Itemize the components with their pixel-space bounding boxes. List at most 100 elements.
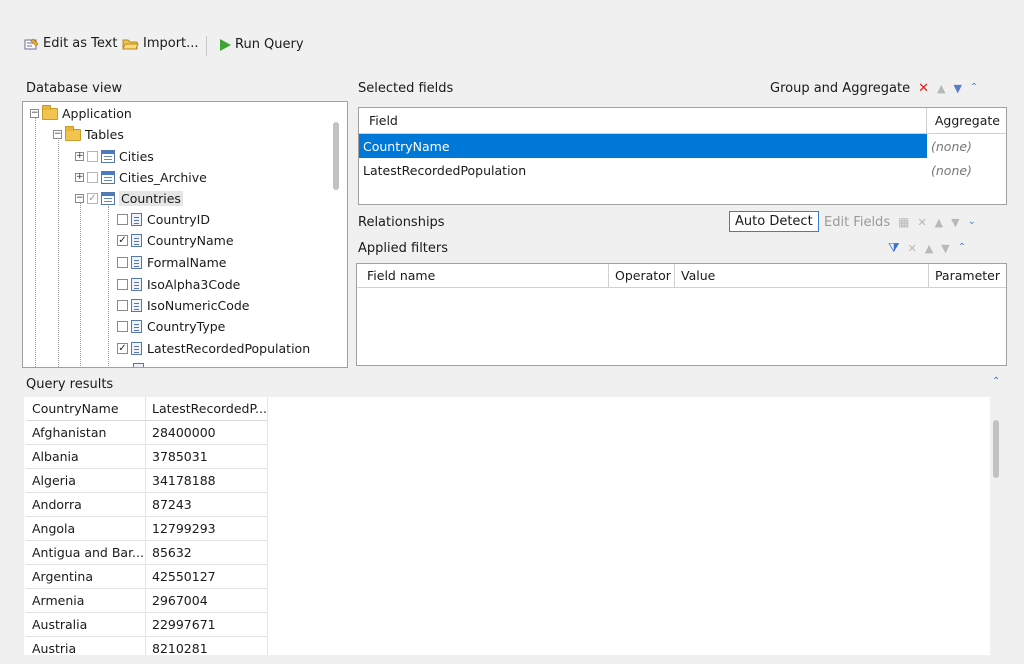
table-checkbox[interactable] — [87, 151, 98, 162]
tree-node-application[interactable]: − Application — [30, 103, 132, 124]
expand-panel-icon[interactable]: ⌄ — [968, 217, 976, 227]
column-header-population[interactable]: LatestRecordedP... — [146, 397, 268, 420]
edit-fields-button[interactable]: Edit Fields ▦ ✕ ▲ ▼ ⌄ — [824, 213, 976, 231]
tree-line — [108, 206, 109, 367]
cell-countryname[interactable]: Argentina — [26, 565, 146, 588]
table-checkbox-partial[interactable]: ✓ — [87, 193, 98, 204]
run-query-label: Run Query — [235, 37, 304, 52]
result-row[interactable]: Australia 22997671 — [26, 613, 268, 637]
tree-node-field[interactable]: CountryType — [117, 316, 225, 337]
aggregate-cell[interactable]: (none) — [927, 139, 1006, 154]
field-checkbox-checked[interactable]: ✓ — [117, 235, 128, 246]
results-scrollbar-thumb[interactable] — [993, 420, 999, 478]
cell-countryname[interactable]: Antigua and Bar... — [26, 541, 146, 564]
edit-as-text-button[interactable]: Edit as Text — [24, 36, 117, 51]
result-row[interactable]: Austria 8210281 — [26, 637, 268, 655]
cell-population[interactable]: 8210281 — [146, 637, 268, 655]
field-cell[interactable]: LatestRecordedPopulation — [359, 158, 927, 182]
result-row[interactable]: Angola 12799293 — [26, 517, 268, 541]
result-row[interactable]: Antigua and Bar... 85632 — [26, 541, 268, 565]
cell-population[interactable]: 34178188 — [146, 469, 268, 492]
tree-node-field[interactable]: CountryID — [117, 209, 210, 230]
group-and-aggregate-link[interactable]: Group and Aggregate ✕ ▲ ▼ ⌃ — [770, 79, 978, 97]
table-checkbox[interactable] — [87, 172, 98, 183]
field-checkbox[interactable] — [117, 279, 128, 290]
field-label: IsoNumericCode — [147, 298, 250, 313]
delete-icon[interactable]: ✕ — [908, 243, 917, 254]
column-header-countryname[interactable]: CountryName — [26, 397, 146, 420]
result-row[interactable]: Andorra 87243 — [26, 493, 268, 517]
cell-population[interactable]: 85632 — [146, 541, 268, 564]
tree-node-tables[interactable]: − Tables — [53, 124, 124, 145]
tree-node-field[interactable]: FormalName — [117, 252, 227, 273]
field-label: LatestRecordedPopulation — [147, 341, 311, 356]
cell-countryname[interactable]: Angola — [26, 517, 146, 540]
column-header-parameter[interactable]: Parameter — [929, 268, 1006, 283]
column-header-value[interactable]: Value — [675, 263, 929, 288]
field-checkbox-checked[interactable]: ✓ — [117, 343, 128, 354]
move-up-icon[interactable]: ▲ — [937, 83, 945, 94]
result-row[interactable]: Afghanistan 28400000 — [26, 421, 268, 445]
run-query-button[interactable]: Run Query — [218, 37, 304, 52]
move-up-icon[interactable]: ▲ — [925, 243, 933, 254]
tree-node-field[interactable]: ✓ LatestRecordedPopulation — [117, 338, 310, 359]
field-label: IsoAlpha3Code — [147, 277, 241, 292]
move-up-icon[interactable]: ▲ — [935, 217, 943, 228]
field-label: FormalName — [147, 255, 227, 270]
field-checkbox[interactable] — [117, 321, 128, 332]
aggregate-cell[interactable]: (none) — [927, 163, 1006, 178]
field-checkbox[interactable] — [117, 257, 128, 268]
move-down-icon[interactable]: ▼ — [951, 217, 959, 228]
field-cell[interactable]: CountryName — [359, 134, 927, 158]
column-header-operator[interactable]: Operator — [609, 263, 675, 288]
column-header-field-name[interactable]: Field name — [357, 263, 609, 288]
add-filter-icon[interactable]: ⧩ — [888, 241, 900, 256]
column-header-field[interactable]: Field — [359, 107, 927, 134]
collapse-panel-icon[interactable]: ⌃ — [958, 243, 966, 253]
delete-icon[interactable]: ✕ — [918, 82, 929, 95]
cell-countryname[interactable]: Algeria — [26, 469, 146, 492]
cell-population[interactable]: 28400000 — [146, 421, 268, 444]
cell-countryname[interactable]: Albania — [26, 445, 146, 468]
selected-field-row[interactable]: CountryName (none) — [359, 134, 1006, 158]
tree-scrollbar-thumb[interactable] — [333, 122, 339, 190]
move-down-icon[interactable]: ▼ — [953, 83, 961, 94]
cell-population[interactable]: 87243 — [146, 493, 268, 516]
cell-population[interactable]: 2967004 — [146, 589, 268, 612]
expand-icon[interactable]: + — [75, 173, 84, 182]
tree-node-table[interactable]: + Cities — [75, 146, 154, 167]
cell-countryname[interactable]: Andorra — [26, 493, 146, 516]
cell-countryname[interactable]: Armenia — [26, 589, 146, 612]
expand-icon[interactable]: + — [75, 152, 84, 161]
result-row[interactable]: Algeria 34178188 — [26, 469, 268, 493]
cell-population[interactable]: 12799293 — [146, 517, 268, 540]
cell-countryname[interactable]: Afghanistan — [26, 421, 146, 444]
collapse-icon[interactable]: − — [53, 130, 62, 139]
collapse-panel-icon[interactable]: ⌃ — [970, 83, 978, 93]
tree-node-field[interactable]: IsoAlpha3Code — [117, 274, 240, 295]
selected-field-row[interactable]: LatestRecordedPopulation (none) — [359, 158, 1006, 182]
import-button[interactable]: Import... — [122, 36, 199, 51]
tree-node-field[interactable]: IsoNumericCode — [117, 295, 249, 316]
auto-detect-button[interactable]: Auto Detect — [729, 211, 819, 232]
column-header-aggregate[interactable]: Aggregate — [927, 113, 1006, 128]
cell-countryname[interactable]: Austria — [26, 637, 146, 655]
move-down-icon[interactable]: ▼ — [941, 243, 949, 254]
cell-population[interactable]: 42550127 — [146, 565, 268, 588]
field-checkbox[interactable] — [117, 300, 128, 311]
delete-icon[interactable]: ✕ — [917, 217, 926, 228]
tree-node-table-countries[interactable]: − ✓ Countries — [75, 188, 183, 209]
result-row[interactable]: Armenia 2967004 — [26, 589, 268, 613]
tree-node-field[interactable]: ✓ CountryName — [117, 230, 234, 251]
result-row[interactable]: Albania 3785031 — [26, 445, 268, 469]
cell-population[interactable]: 22997671 — [146, 613, 268, 636]
result-row[interactable]: Argentina 42550127 — [26, 565, 268, 589]
collapse-panel-icon[interactable]: ⌃ — [992, 376, 1000, 387]
cell-population[interactable]: 3785031 — [146, 445, 268, 468]
grid-icon[interactable]: ▦ — [898, 216, 909, 228]
collapse-icon[interactable]: − — [30, 109, 39, 118]
tree-node-table[interactable]: + Cities_Archive — [75, 167, 207, 188]
collapse-icon[interactable]: − — [75, 194, 84, 203]
cell-countryname[interactable]: Australia — [26, 613, 146, 636]
field-checkbox[interactable] — [117, 214, 128, 225]
